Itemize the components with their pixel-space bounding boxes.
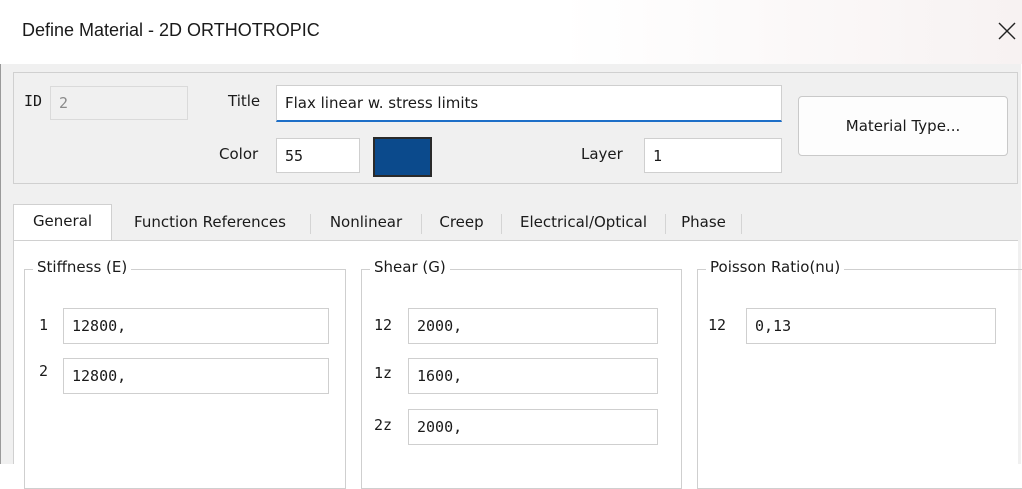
tab-phase[interactable]: Phase (666, 206, 741, 239)
stiffness-e1-input[interactable]: 12800, (63, 308, 329, 344)
tab-creep[interactable]: Creep (422, 206, 501, 239)
stiffness-legend: Stiffness (E) (33, 258, 132, 276)
shear-g12-input[interactable]: 2000, (408, 308, 658, 344)
tab-electrical-optical[interactable]: Electrical/Optical (502, 206, 665, 239)
close-icon[interactable] (992, 14, 1022, 44)
tab-nonlinear[interactable]: Nonlinear (311, 206, 421, 239)
shear-g2z-input[interactable]: 2000, (408, 409, 658, 445)
stiffness-group: Stiffness (E) 1 12800, 2 12800, (24, 258, 346, 489)
layer-label: Layer (581, 145, 623, 163)
shear-row-label: 1z (374, 364, 393, 382)
material-type-button[interactable]: Material Type... (798, 96, 1008, 156)
tab-function-references[interactable]: Function References (111, 206, 309, 239)
stiffness-e2-input[interactable]: 12800, (63, 358, 329, 394)
general-tab-panel: Stiffness (E) 1 12800, 2 12800, Shear (G… (13, 240, 1022, 489)
layer-input[interactable]: 1 (644, 138, 782, 173)
shear-row-label: 2z (374, 416, 393, 434)
shear-row-label: 12 (374, 316, 393, 334)
id-field: 2 (50, 86, 188, 120)
tab-separator (741, 214, 742, 234)
title-input[interactable]: Flax linear w. stress limits (276, 85, 782, 122)
tab-general[interactable]: General (13, 204, 112, 240)
shear-legend: Shear (G) (370, 258, 450, 276)
id-label: ID (24, 92, 43, 110)
stiffness-row-label: 1 (39, 316, 49, 334)
poisson-group: Poisson Ratio(nu) 12 0,13 (697, 258, 1022, 489)
color-label: Color (219, 145, 259, 163)
color-swatch[interactable] (373, 137, 432, 177)
tab-strip: General Function References Nonlinear Cr… (13, 204, 1018, 240)
shear-g1z-input[interactable]: 1600, (408, 358, 658, 394)
poisson-nu12-input[interactable]: 0,13 (746, 308, 996, 344)
title-label: Title (228, 92, 261, 110)
color-input[interactable]: 55 (276, 138, 360, 173)
poisson-row-label: 12 (708, 316, 727, 334)
window-title: Define Material - 2D ORTHOTROPIC (22, 20, 320, 40)
stiffness-row-label: 2 (39, 362, 49, 380)
poisson-legend: Poisson Ratio(nu) (706, 258, 845, 276)
shear-group: Shear (G) 12 2000, 1z 1600, 2z 2000, (361, 258, 682, 489)
